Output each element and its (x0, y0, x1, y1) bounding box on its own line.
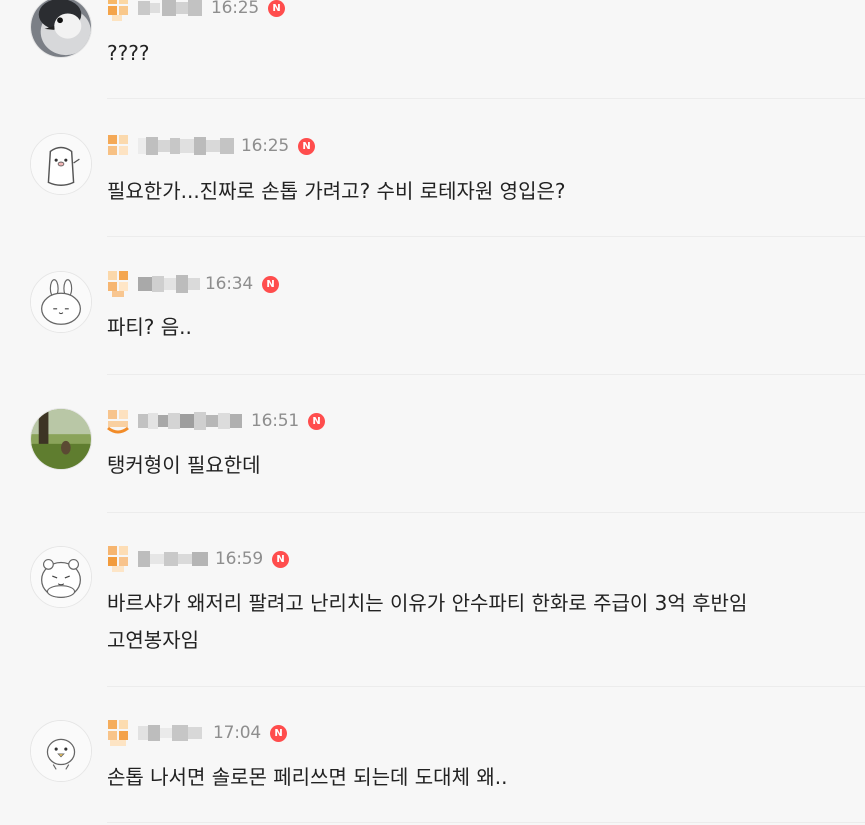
comment-text: 손톱 나서면 솔로몬 페리쓰면 되는데 도대체 왜.. (107, 765, 508, 789)
blurred-nickname[interactable] (138, 273, 202, 295)
comment-time: 16:51 (251, 411, 299, 431)
new-badge: N (262, 275, 279, 293)
comment-meta: 16:25 N (106, 131, 315, 161)
new-badge: N (298, 137, 315, 155)
comment-time: 17:04 (213, 723, 261, 743)
divider (107, 98, 865, 99)
comment-text: 바르샤가 왜저리 팔려고 난리치는 이유가 안수파티 한화로 주급이 3억 후반… (107, 591, 748, 615)
new-badge: N (308, 412, 325, 430)
level-icon (106, 406, 130, 436)
hamster-character-icon[interactable] (30, 546, 92, 608)
comment-text-continued: 고연봉자임 (107, 628, 199, 652)
comment-text: 탱커형이 필요한데 (107, 453, 261, 477)
blurred-nickname[interactable] (138, 410, 248, 432)
divider (107, 686, 865, 687)
blurred-nickname[interactable] (138, 548, 212, 570)
comment-meta: 16:59 N (106, 544, 289, 574)
chick-character-icon[interactable] (30, 720, 92, 782)
level-icon (106, 0, 130, 23)
comment-meta: 17:04 N (106, 718, 287, 748)
comment-text: 파티? 음.. (107, 315, 192, 339)
comment-list: 16:25 N ???? 16:25 N 필요한가...진짜로 손톱 가려고? … (0, 0, 865, 825)
new-badge: N (270, 724, 287, 742)
comment-time: 16:25 (211, 0, 259, 18)
comment-time: 16:34 (205, 274, 253, 294)
comment-time: 16:59 (215, 549, 263, 569)
comment-meta: 16:51 N (106, 406, 325, 436)
penguin-photo-icon[interactable] (30, 0, 92, 58)
level-icon (106, 131, 130, 161)
cartoon-character-icon[interactable] (30, 133, 92, 195)
comment-meta: 16:25 N (106, 0, 285, 23)
level-icon (106, 544, 130, 574)
blurred-nickname[interactable] (138, 135, 238, 157)
landscape-photo-icon[interactable] (30, 408, 92, 470)
comment-meta: 16:34 N (106, 269, 279, 299)
comment-text: 필요한가...진짜로 손톱 가려고? 수비 로테자원 영입은? (107, 179, 566, 203)
blurred-nickname[interactable] (138, 0, 208, 19)
divider (107, 374, 865, 375)
blurred-nickname[interactable] (138, 722, 210, 744)
level-icon (106, 269, 130, 299)
new-badge: N (272, 550, 289, 568)
divider (107, 822, 865, 823)
new-badge: N (268, 0, 285, 17)
level-icon (106, 718, 130, 748)
divider (107, 236, 865, 237)
bunny-character-icon[interactable] (30, 271, 92, 333)
comment-time: 16:25 (241, 136, 289, 156)
comment-text: ???? (107, 41, 150, 65)
divider (107, 512, 865, 513)
